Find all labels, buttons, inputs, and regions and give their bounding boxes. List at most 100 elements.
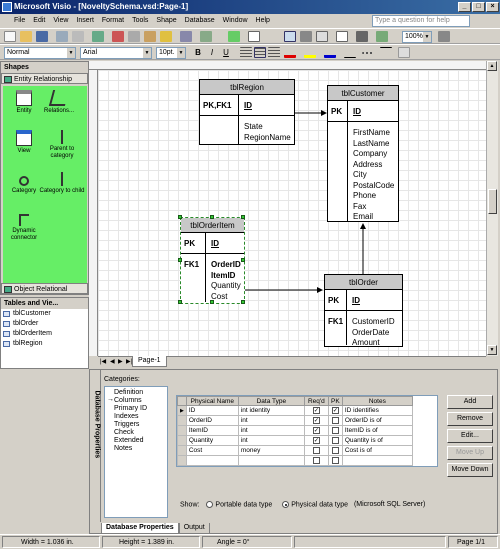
remove-button[interactable]: Remove [447,412,493,426]
table-list-item[interactable]: tblCustomer [1,309,88,319]
selection-handle[interactable] [241,300,245,304]
line-weight-icon[interactable] [344,47,356,58]
shadow-color-icon[interactable] [398,47,410,58]
row-selector[interactable] [177,445,187,456]
help-search-input[interactable]: Type a question for help [372,15,470,27]
cell-notes[interactable]: ID identifies [341,405,413,416]
entity-tblorder[interactable]: tblOrder PK ID FK1 CustomerID OrderDate A… [324,274,403,347]
open-icon[interactable] [20,31,32,42]
print-preview-icon[interactable] [72,31,84,42]
scroll-thumb[interactable] [488,189,497,214]
menu-edit[interactable]: Edit [29,14,49,28]
maximize-button[interactable]: □ [472,2,485,12]
entity-tblregion[interactable]: tblRegion PK,FK1 ID State RegionName [199,79,295,145]
portable-data-type-radio[interactable] [206,501,214,508]
stencil-tab-entity-relationship[interactable]: Entity Relationship [1,73,88,84]
tab-database-properties[interactable]: Database Properties [101,523,179,534]
horizontal-ruler[interactable] [89,61,486,70]
help-icon[interactable] [438,31,450,42]
align-center-icon[interactable] [254,47,266,58]
tab-output[interactable]: Output [178,523,210,534]
pk-checkbox[interactable]: ✓ [331,406,339,414]
rectangle-tool-icon[interactable] [336,31,348,42]
hyperlink-icon[interactable] [248,31,260,42]
category-item[interactable]: Primary ID [105,405,167,413]
row-selector[interactable] [177,435,187,446]
pk-checkbox[interactable] [331,416,339,424]
reqd-checkbox[interactable] [312,456,320,464]
shape-category[interactable]: Category [4,172,44,195]
category-item[interactable]: Indexes [105,413,167,421]
category-item[interactable]: Notes [105,445,167,453]
row-selector[interactable] [177,455,187,466]
category-item-selected[interactable]: Columns [105,396,167,405]
cell-physical-name[interactable]: OrderID [185,415,239,426]
selection-handle[interactable] [210,300,214,304]
physical-data-type-label[interactable]: Physical data type [291,501,348,508]
close-button[interactable]: × [486,2,499,12]
first-page-icon[interactable]: |◀ [100,358,106,366]
menu-file[interactable]: File [0,14,29,28]
cell-physical-name[interactable]: ItemID [185,425,239,436]
table-row[interactable]: ItemID int ✓ ItemID is of [177,425,413,436]
table-row-empty[interactable] [177,455,413,466]
cell-notes[interactable]: OrderID is of [341,415,413,426]
cell-notes-empty[interactable] [341,455,413,466]
rotate-icon[interactable] [376,31,388,42]
vertical-ruler[interactable] [89,70,98,356]
vertical-scrollbar[interactable]: ▲ ▼ [486,61,498,356]
row-selector[interactable] [177,425,187,436]
fill-color-icon[interactable] [324,47,336,58]
table-row[interactable]: Cost money Cost is of [177,445,413,456]
font-dropdown-icon[interactable]: ▼ [143,48,151,58]
category-item[interactable]: Extended [105,437,167,445]
portable-data-type-label[interactable]: Portable data type [215,501,272,508]
table-row[interactable]: Quantity int ✓ Quantity is of [177,435,413,446]
reqd-checkbox[interactable] [312,446,320,454]
font-combo[interactable]: Arial ▼ [80,47,152,59]
line-pattern-icon[interactable] [362,52,374,54]
entity-tblorderitem[interactable]: tblOrderItem PK ID FK1 OrderID ItemID Qua… [178,215,245,304]
print-icon[interactable] [56,31,68,42]
cell-data-type[interactable]: int [237,425,305,436]
add-button[interactable]: Add [447,395,493,409]
font-size-dropdown-icon[interactable]: ▼ [177,48,185,58]
shape-dynamic-connector[interactable]: Dynamic connector [4,214,44,242]
cell-physical-name-empty[interactable] [185,455,239,466]
font-size-combo[interactable]: 10pt. ▼ [156,47,186,59]
font-color-icon[interactable] [284,47,296,58]
cell-data-type[interactable]: money [237,445,305,456]
cell-data-type-empty[interactable] [237,455,305,466]
text-tool-icon[interactable] [316,31,328,42]
shapes-icon[interactable] [228,31,240,42]
menu-format[interactable]: Format [98,14,128,28]
table-list-item[interactable]: tblRegion [1,339,88,349]
tab-page-1[interactable]: Page-1 [132,356,167,367]
style-dropdown-icon[interactable]: ▼ [67,48,75,58]
table-list-item[interactable]: tblOrderItem [1,329,88,339]
new-icon[interactable] [4,31,16,42]
zoom-dropdown-icon[interactable]: ▼ [423,32,431,42]
header-pk[interactable]: PK [327,396,343,406]
table-row[interactable]: OrderID int ✓ OrderID is of [177,415,413,426]
selection-handle[interactable] [178,215,182,219]
move-down-button[interactable]: Move Down [447,463,493,477]
selection-handle[interactable] [241,215,245,219]
minimize-button[interactable]: _ [458,2,471,12]
drawing-canvas[interactable]: tblRegion PK,FK1 ID State RegionName tblCu… [98,70,486,356]
selection-handle[interactable] [178,258,182,262]
shape-relationship[interactable]: Relations... [39,90,79,115]
cell-data-type[interactable]: int [237,435,305,446]
header-physical-name[interactable]: Physical Name [185,396,239,406]
align-right-icon[interactable] [268,47,280,58]
format-painter-icon[interactable] [160,31,172,42]
cell-notes[interactable]: ItemID is of [341,425,413,436]
redo-icon[interactable] [200,31,212,42]
menu-window[interactable]: Window [219,14,252,28]
table-row[interactable]: ▶ ID int identity ✓ ✓ ID identifies [177,405,413,416]
pk-checkbox[interactable] [331,456,339,464]
prev-page-icon[interactable]: ◀ [110,358,115,366]
paste-icon[interactable] [144,31,156,42]
save-icon[interactable] [36,31,48,42]
shape-entity[interactable]: Entity [4,90,44,115]
